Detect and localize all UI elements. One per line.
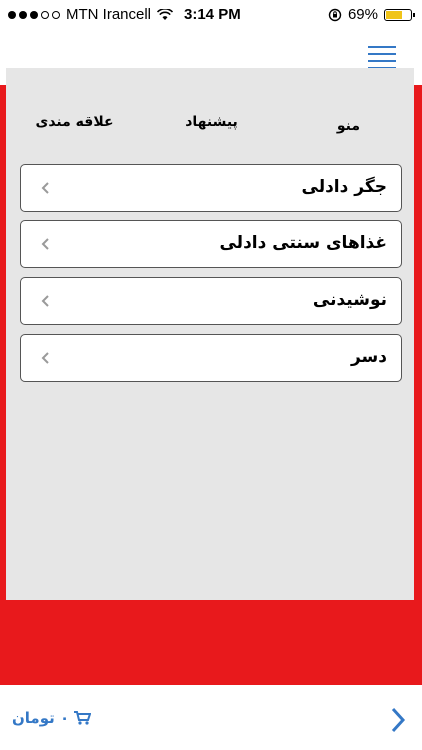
list-item[interactable]: دسر (20, 334, 402, 382)
list-item[interactable]: نوشیدنی (20, 277, 402, 325)
tab-label: منو (336, 117, 361, 134)
status-bar: MTN Irancell 3:14 PM 69% (0, 0, 422, 30)
list-item-label: جگر دادلی (301, 177, 388, 197)
tab-suggestion[interactable]: پیشنهاد (145, 98, 278, 146)
wifi-icon (157, 8, 174, 20)
chevron-left-icon (41, 238, 49, 250)
tab-label: پیشنهاد (185, 114, 238, 130)
list-item[interactable]: جگر دادلی (20, 164, 402, 212)
battery-percent: 69% (347, 6, 378, 23)
status-time: 3:14 PM (184, 6, 241, 23)
list-item-label: نوشیدنی (312, 290, 387, 310)
cart-icon (74, 711, 92, 725)
status-right: 69% (328, 6, 415, 23)
chevron-left-icon (41, 352, 49, 364)
chevron-left-icon (41, 182, 49, 194)
chevron-right-icon[interactable] (390, 707, 406, 733)
status-left: MTN Irancell (8, 6, 174, 23)
rotation-lock-icon (328, 8, 342, 21)
list-item-label: غذاهای سنتی دادلی (219, 233, 387, 253)
list-item[interactable]: غذاهای سنتی دادلی (20, 220, 402, 268)
list-item-label: دسر (350, 347, 387, 367)
bottom-bar: ۰ تومان (0, 685, 422, 750)
tab-menu[interactable]: منو (283, 98, 414, 153)
signal-dots-icon (8, 10, 60, 19)
cart-button[interactable]: ۰ تومان (12, 709, 92, 727)
tab-label: علاقه مندی (35, 114, 114, 130)
battery-icon (384, 8, 415, 21)
cart-amount: ۰ تومان (12, 709, 70, 727)
carrier-name: MTN Irancell (66, 6, 152, 23)
tab-favorites[interactable]: علاقه مندی (8, 98, 141, 146)
hamburger-menu-icon[interactable] (368, 46, 396, 69)
chevron-left-icon (41, 295, 49, 307)
